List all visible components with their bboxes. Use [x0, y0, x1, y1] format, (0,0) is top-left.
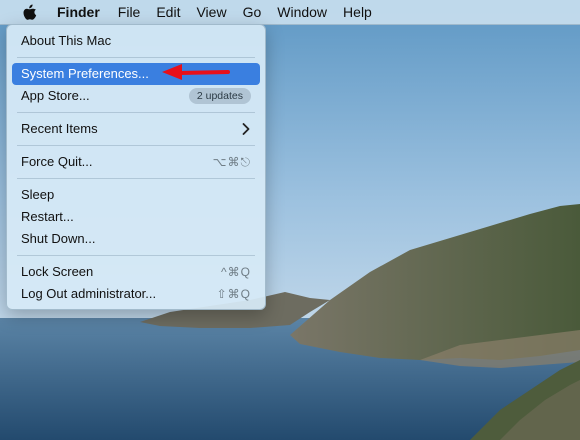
menubar-finder[interactable]: Finder: [43, 0, 100, 24]
menubar-file[interactable]: File: [106, 0, 141, 24]
updates-badge: 2 updates: [188, 88, 251, 104]
menu-separator: [17, 255, 255, 256]
menu-item-label: Log Out administrator...: [21, 286, 157, 301]
chevron-right-icon: [241, 123, 251, 135]
menu-item-label: Restart...: [21, 209, 74, 224]
menu-separator: [17, 178, 255, 179]
menu-item-label: Sleep: [21, 187, 55, 202]
menubar-view[interactable]: View: [184, 0, 226, 24]
menu-item-shut-down[interactable]: Shut Down...: [12, 228, 260, 250]
menu-item-lock-screen[interactable]: Lock Screen ^⌘Q: [12, 261, 260, 283]
menu-bar: Finder File Edit View Go Window Help: [0, 0, 580, 25]
menu-item-label: System Preferences...: [21, 66, 149, 81]
menu-item-label: Lock Screen: [21, 264, 94, 279]
keyboard-shortcut: ⇧⌘Q: [216, 287, 251, 301]
menu-separator: [17, 57, 255, 58]
menu-item-force-quit[interactable]: Force Quit... ⌥⌘⎋: [12, 151, 260, 173]
menu-separator: [17, 112, 255, 113]
menu-item-about-this-mac[interactable]: About This Mac: [12, 30, 260, 52]
menu-item-label: Force Quit...: [21, 154, 93, 169]
menu-item-label: Recent Items: [21, 121, 98, 136]
menubar-window[interactable]: Window: [265, 0, 327, 24]
menubar-help[interactable]: Help: [331, 0, 372, 24]
menu-item-label: App Store...: [21, 88, 90, 103]
red-arrow-annotation: [158, 60, 230, 89]
menu-item-label: Shut Down...: [21, 231, 96, 246]
menubar-go[interactable]: Go: [231, 0, 262, 24]
menu-item-log-out[interactable]: Log Out administrator... ⇧⌘Q: [12, 283, 260, 305]
menu-separator: [17, 145, 255, 146]
menubar-edit[interactable]: Edit: [144, 0, 180, 24]
keyboard-shortcut: ^⌘Q: [221, 265, 251, 279]
menu-item-recent-items[interactable]: Recent Items: [12, 118, 260, 140]
menu-item-label: About This Mac: [21, 33, 112, 48]
keyboard-shortcut: ⌥⌘⎋: [212, 155, 251, 169]
menu-item-restart[interactable]: Restart...: [12, 206, 260, 228]
menu-item-sleep[interactable]: Sleep: [12, 184, 260, 206]
apple-icon[interactable]: [17, 4, 43, 20]
